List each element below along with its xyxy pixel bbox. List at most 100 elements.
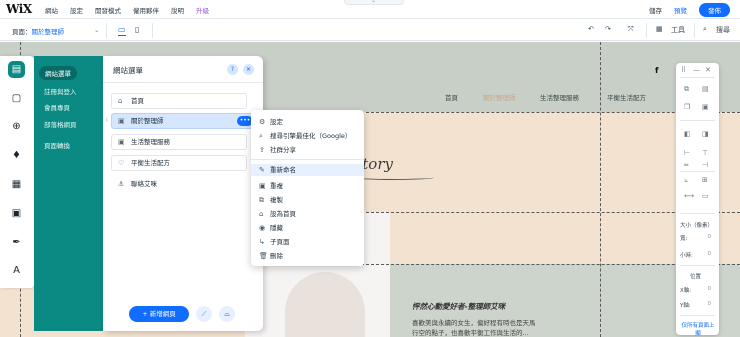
y-label: Y軸: [680,303,691,309]
publish-button[interactable]: 發佈 [699,3,730,17]
ctx-set-homepage[interactable]: ⌂ 設為首頁 [259,208,296,218]
fit-icon[interactable]: ▭ [702,192,709,200]
align-center-icon[interactable]: ⊤ [702,149,708,157]
search-icon[interactable]: ⌕ [703,25,707,34]
copy-icon[interactable]: ⧉ [684,85,689,94]
ctx-hide[interactable]: ◉ 隱藏 [259,222,283,232]
zoom-out-icon[interactable]: ⤧ [628,25,634,34]
drag-handle-icon[interactable]: ⠿ [681,66,686,74]
page-item-balance[interactable]: ♡ 平衡生活配方 [111,155,247,171]
preview-button[interactable]: 預覽 [674,5,687,15]
desktop-icon[interactable]: ▭ [118,25,126,36]
ctx-social-share[interactable]: ⇪ 社群分享 [259,144,296,154]
subpage-icon: ↳ [259,238,265,246]
site-nav-home[interactable]: 首頁 [445,92,458,102]
theme-icon[interactable]: ♦ [8,147,25,164]
redo-icon[interactable]: ↷ [605,25,611,33]
page-item-contact[interactable]: ⚓ 聯絡艾咪 [111,176,247,192]
category-blog-pages[interactable]: 部落格網頁 [44,119,77,129]
facebook-icon[interactable]: f [655,66,658,75]
menu-settings[interactable]: 設定 [70,5,83,15]
collapse-icon[interactable]: — [693,66,700,74]
add-icon[interactable]: ⊕ [8,118,25,135]
pages-icon[interactable]: ▤ [8,61,25,78]
divider [680,171,715,172]
menu-site[interactable]: 網站 [45,5,58,15]
height-value[interactable]: 0 [708,251,712,257]
menu-hire[interactable]: 僱用夥伴 [133,5,159,15]
menu-upgrade[interactable]: 升級 [196,5,209,15]
site-nav-about[interactable]: 關於整理師 [483,92,516,102]
undo-icon[interactable]: ↶ [588,25,594,33]
chevron-down-icon: ⌄ [94,26,100,34]
link-line: 仅所有頁面上 [681,323,715,329]
collapse-toolbar-handle[interactable]: ⌄ [344,0,404,5]
ctx-rename[interactable]: ✎ 重新命名 [251,164,364,176]
wix-logo[interactable]: WiX [6,2,32,16]
paste-icon[interactable]: ▤ [702,85,709,93]
link-icon[interactable]: ⟋ [196,306,212,322]
close-icon[interactable]: ✕ [243,64,254,75]
pen-icon[interactable]: ✒ [8,234,25,251]
ctx-seo[interactable]: ⌕ 搜尋引擎最佳化（Google） [259,130,351,141]
ctx-settings[interactable]: ⚙ 設定 [259,116,283,126]
width-value[interactable]: 0 [708,234,712,240]
apps-icon[interactable]: ▦ [8,176,25,193]
category-member-pages[interactable]: 會員專頁 [44,102,70,112]
page-item-about[interactable]: ▣ 關於整理師 ••• [111,113,257,129]
ctx-label: 隱藏 [270,224,283,232]
show-on-all-pages-link[interactable]: 仅所有頁面上 顯 [678,322,718,337]
site-nav-service[interactable]: 生活整理服務 [540,92,579,102]
duplicate-icon: ▣ [259,182,266,190]
category-signup-login[interactable]: 註冊與登入 [44,86,77,96]
category-site-menu[interactable]: 網站選單 [39,66,77,80]
page-selector[interactable]: 頁面：關於整理師 ⌄ [12,26,99,36]
x-value[interactable]: 0 [708,286,712,292]
background-icon[interactable]: ▢ [8,90,25,107]
align-left-icon[interactable]: ⊢ [684,149,690,157]
send-backward-icon[interactable]: ◨ [702,130,709,138]
search-button[interactable]: 搜尋 [716,25,730,35]
about-body-text[interactable]: 喜歡美與永續的女生，偏好程有時也是天馬 行空的點子，也喜歡平衡工作與生活的... [412,318,536,337]
page-icon: ▣ [118,138,125,146]
divider [103,82,263,83]
mobile-icon[interactable]: ▯ [135,25,139,34]
distribute-icon[interactable]: ═ [684,161,688,169]
tools-button[interactable]: 工具 [671,25,685,35]
current-page-name: 關於整理師 [31,28,65,36]
y-value[interactable]: 0 [708,301,712,307]
duplicate-icon[interactable]: ❐ [684,103,690,111]
match-size-icon[interactable]: ⊞ [702,176,708,184]
site-nav-balance[interactable]: 平衡生活配方 [607,92,646,102]
slogan-text[interactable]: 怦然心動愛好者-整理師艾咪 [412,301,505,312]
delete-icon[interactable]: ▣ [702,103,709,111]
page-item-home[interactable]: ⌂ 首頁 [111,93,247,109]
divider [680,265,715,266]
ctx-duplicate[interactable]: ▣ 重複 [259,180,283,190]
stretch-icon[interactable]: ⟷ [684,192,694,200]
add-page-button[interactable]: + 新增網頁 [129,306,189,322]
category-page-transitions[interactable]: 頁面轉換 [44,140,70,150]
text-icon[interactable]: A [8,262,25,279]
rotate-icon[interactable]: ⦣ [684,176,688,185]
ctx-delete[interactable]: 🗑 刪除 [259,250,283,260]
tools-icon[interactable]: ▦ [656,25,663,33]
media-icon[interactable]: ▣ [8,205,25,222]
page-item-label: 生活整理服務 [131,138,170,146]
save-button[interactable]: 儲存 [649,5,662,15]
drag-handle-icon[interactable]: ⁞ [106,117,108,124]
bring-forward-icon[interactable]: ◧ [684,130,691,138]
page-icon: ▣ [118,117,125,125]
menu-dev-mode[interactable]: 開發模式 [95,5,121,15]
help-icon[interactable]: ? [227,64,238,75]
folder-icon[interactable]: ⌓ [219,306,235,322]
close-icon[interactable]: ✕ [705,66,711,74]
menu-help[interactable]: 說明 [171,5,184,15]
divider [251,159,364,160]
page-item-service[interactable]: ▣ 生活整理服務 [111,134,247,150]
page-item-label: 平衡生活配方 [131,159,170,167]
ctx-label: 刪除 [270,252,283,260]
ctx-copy[interactable]: ⧉ 複製 [259,194,283,205]
ctx-subpage[interactable]: ↳ 子頁面 [259,236,290,246]
align-right-icon[interactable]: ⊣ [702,161,708,169]
